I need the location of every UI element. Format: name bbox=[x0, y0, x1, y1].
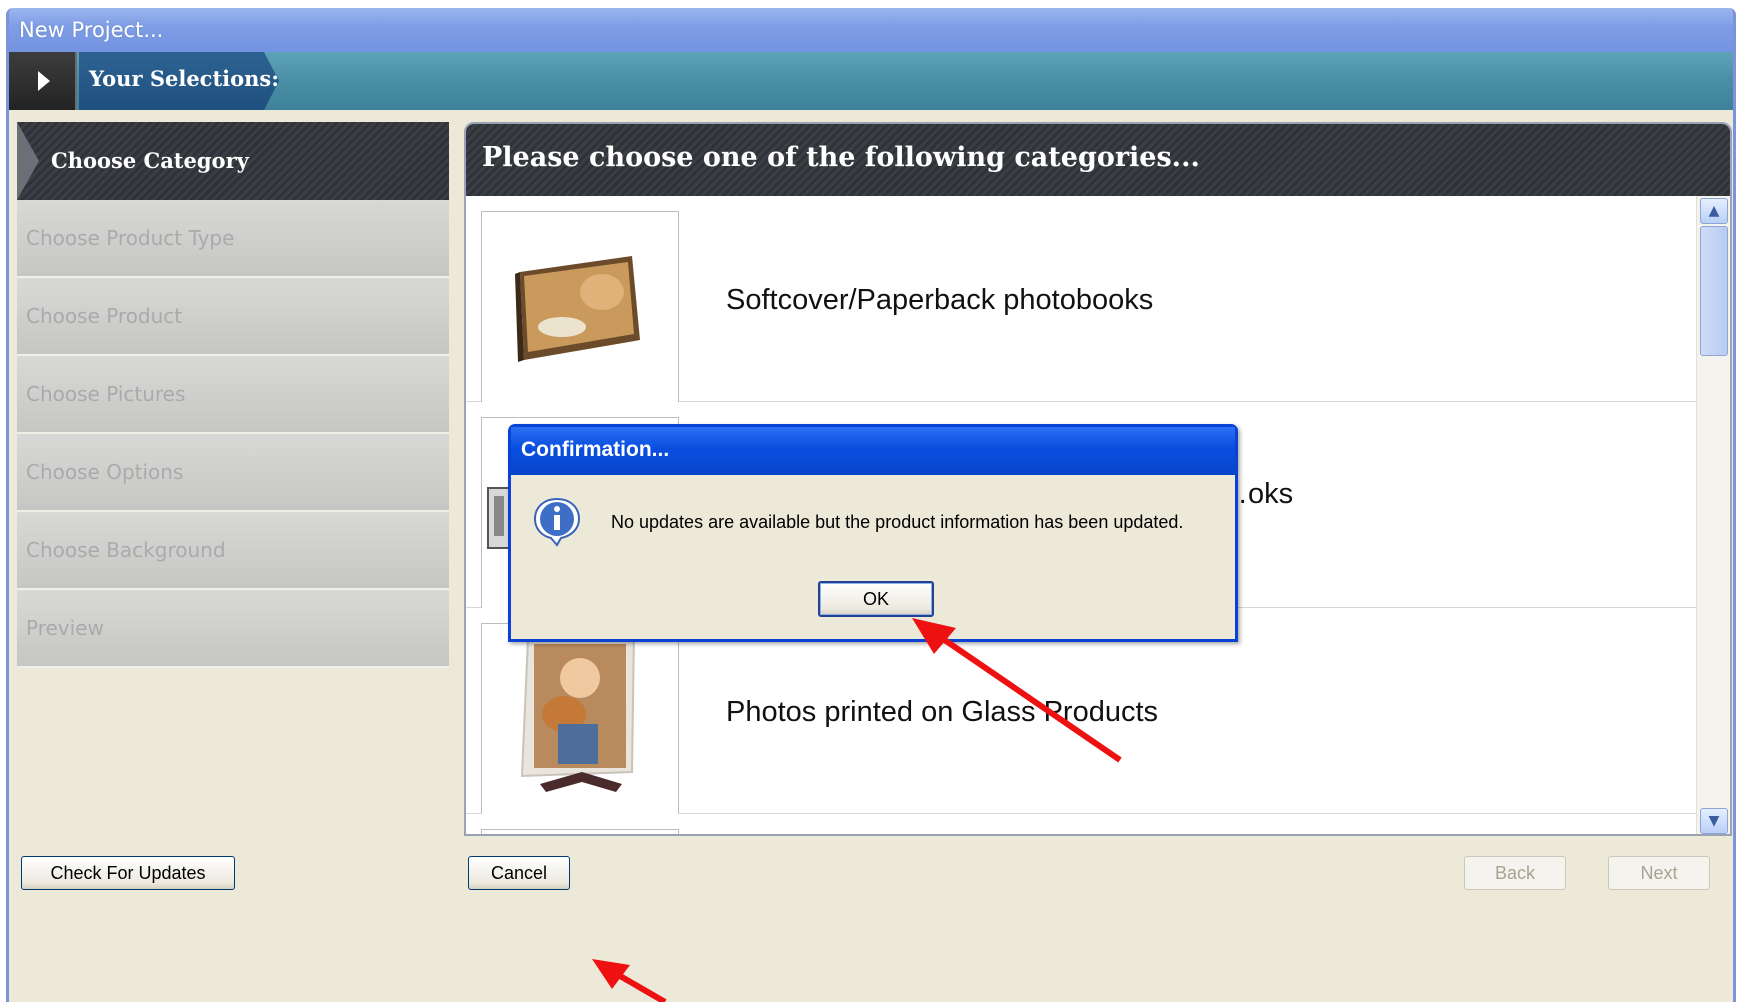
glass-photo-thumbnail bbox=[481, 623, 679, 821]
photobook-image bbox=[515, 256, 640, 362]
dialog-title: Confirmation... bbox=[511, 427, 1235, 475]
step-choose-product-type: Choose Product Type bbox=[17, 200, 449, 278]
selections-bar: Your Selections: bbox=[9, 52, 1733, 110]
category-scrollbar[interactable]: ▲ ▼ bbox=[1696, 196, 1730, 834]
annotation-arrow-ok bbox=[912, 618, 1122, 763]
category-label: Softcover/Paperback photobooks bbox=[726, 284, 1154, 316]
photobook-thumbnail bbox=[481, 211, 679, 409]
category-row-partial[interactable] bbox=[466, 814, 1696, 834]
dialog-message: No updates are available but the product… bbox=[611, 512, 1184, 532]
window-title: New Project... bbox=[9, 8, 1733, 52]
step-choose-product: Choose Product bbox=[17, 278, 449, 356]
wizard-steps: Choose Category Choose Product Type Choo… bbox=[17, 122, 449, 668]
category-row-softcover[interactable]: Softcover/Paperback photobooks bbox=[466, 196, 1696, 409]
play-arrow-icon bbox=[38, 71, 50, 91]
category-thumbnail bbox=[481, 829, 679, 834]
check-for-updates-button[interactable]: Check For Updates bbox=[21, 856, 235, 890]
step-choose-background: Choose Background bbox=[17, 512, 449, 590]
back-button[interactable]: Back bbox=[1464, 856, 1566, 890]
step-preview: Preview bbox=[17, 590, 449, 668]
step-choose-options: Choose Options bbox=[17, 434, 449, 512]
info-icon bbox=[531, 495, 583, 547]
glass-photo-image bbox=[520, 630, 636, 792]
next-button[interactable]: Next bbox=[1608, 856, 1710, 890]
scroll-down-icon[interactable]: ▼ bbox=[1700, 808, 1728, 834]
selections-label: Your Selections: bbox=[79, 52, 279, 110]
expand-selections-button[interactable] bbox=[9, 52, 77, 110]
scrollbar-thumb[interactable] bbox=[1700, 226, 1728, 356]
scroll-up-icon[interactable]: ▲ bbox=[1700, 198, 1728, 224]
category-heading: Please choose one of the following categ… bbox=[466, 124, 1730, 196]
step-choose-pictures: Choose Pictures bbox=[17, 356, 449, 434]
step-choose-category[interactable]: Choose Category bbox=[17, 122, 449, 200]
annotation-arrow-cancel bbox=[592, 959, 667, 1002]
cancel-button[interactable]: Cancel bbox=[468, 856, 570, 890]
